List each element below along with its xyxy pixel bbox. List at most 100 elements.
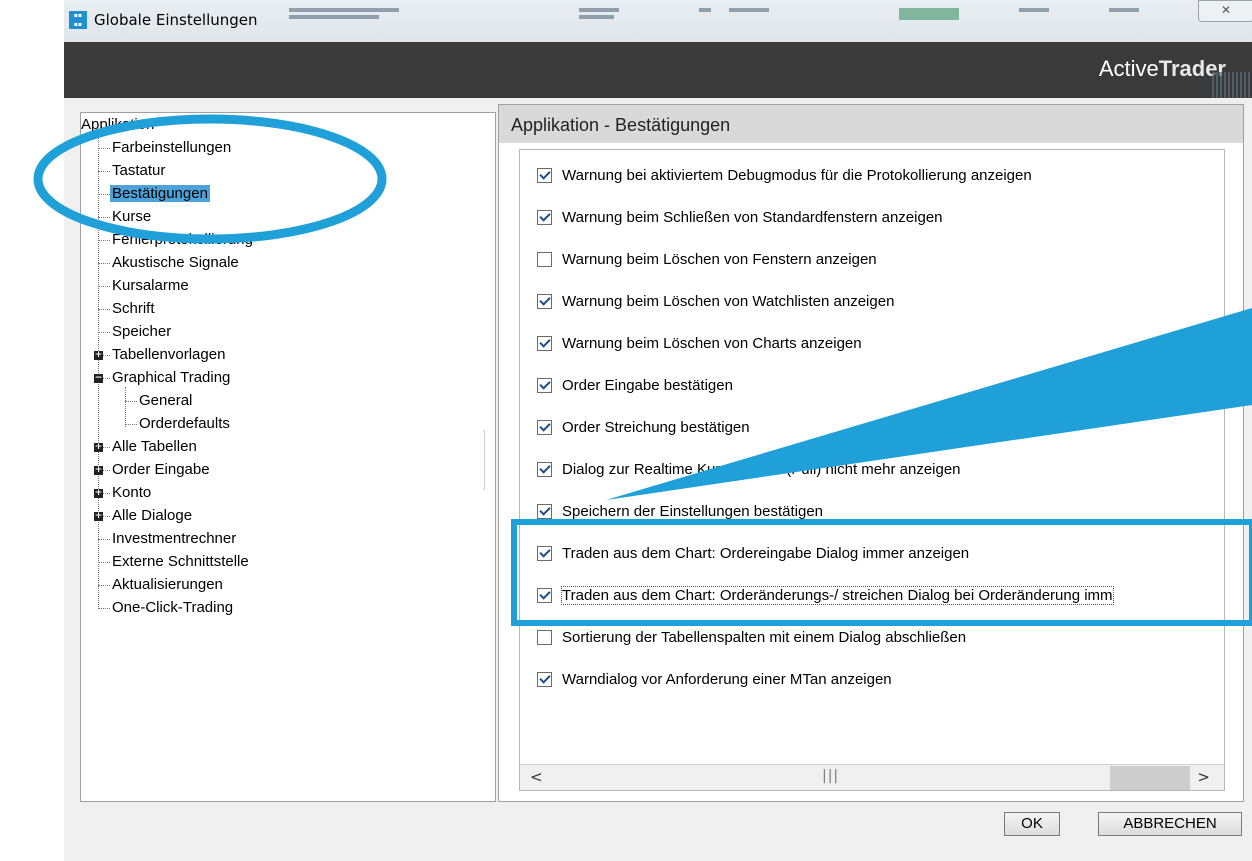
option-label: Warndialog vor Anforderung einer MTan an… — [562, 671, 892, 688]
cancel-button[interactable]: ABBRECHEN — [1098, 812, 1242, 836]
tree-connector — [98, 608, 110, 609]
tree-connector — [98, 194, 110, 195]
expand-plus-icon[interactable]: + — [94, 443, 103, 452]
tree-connector — [98, 309, 110, 310]
tree-label: Kursalarme — [112, 277, 189, 294]
expand-plus-icon[interactable]: + — [94, 512, 103, 521]
background-window-blur — [279, 4, 1179, 22]
checkbox[interactable] — [537, 252, 552, 267]
tree-label: General — [139, 392, 193, 409]
tree-connector — [98, 332, 110, 333]
tree-item-konto[interactable]: Konto — [112, 484, 151, 501]
ok-button[interactable]: OK — [1004, 812, 1060, 836]
collapse-minus-icon[interactable]: − — [94, 374, 103, 383]
checkbox[interactable] — [537, 672, 552, 687]
tree-item-applikation[interactable]: Applikation — [81, 116, 154, 133]
checkbox[interactable] — [537, 546, 552, 561]
close-button[interactable]: ✕ — [1198, 0, 1252, 22]
tree-item-one-click-trading[interactable]: One-Click-Trading — [112, 599, 233, 616]
checkbox[interactable] — [537, 504, 552, 519]
tree-label: Akustische Signale — [112, 254, 239, 271]
section-title: Applikation - Bestätigungen — [511, 115, 731, 135]
tree-label: Aktualisierungen — [112, 576, 223, 593]
tree-connector — [98, 217, 110, 218]
tree-label: Applikation — [81, 116, 155, 133]
tree-item-kursalarme[interactable]: Kursalarme — [112, 277, 189, 294]
option-label: Traden aus dem Chart: Ordereingabe Dialo… — [562, 545, 970, 562]
tree-item-graphical-trading[interactable]: Graphical Trading — [112, 369, 230, 386]
tree-item-kurse[interactable]: Kurse — [112, 208, 151, 225]
tree-label: Konto — [112, 484, 152, 501]
brand-part-1: Active — [1098, 56, 1159, 81]
tree-label: Farbeinstellungen — [112, 139, 232, 156]
tree-item-general[interactable]: General — [139, 392, 192, 409]
tree-connector — [125, 401, 137, 402]
tree-label: Externe Schnittstelle — [112, 553, 249, 570]
tree-item-schrift[interactable]: Schrift — [112, 300, 155, 317]
tree-item-farbeinstellungen[interactable]: Farbeinstellungen — [112, 139, 231, 156]
tree-label: Alle Tabellen — [112, 438, 197, 455]
tree-label: Tabellenvorlagen — [112, 346, 226, 363]
tree-item-orderdefaults[interactable]: Orderdefaults — [139, 415, 230, 432]
tree-label: Orderdefaults — [139, 415, 230, 432]
tree-connector — [98, 240, 110, 241]
tree-item-fehlerprotokollierung[interactable]: Fehlerprotokollierung — [112, 231, 253, 248]
title-bar: ▪▪ ▪▪ Globale Einstellungen ✕ — [64, 0, 1252, 42]
checkbox[interactable] — [537, 588, 552, 603]
checkbox[interactable] — [537, 420, 552, 435]
brand-logo: ActiveTrader — [1099, 56, 1226, 82]
option-label: Warnung beim Schließen von Standardfenst… — [562, 209, 943, 226]
settings-tree: Applikation Farbeinstellungen Tastatur B… — [80, 112, 496, 802]
horizontal-scrollbar[interactable]: < ||| > — [520, 764, 1224, 790]
tree-label: Graphical Trading — [112, 369, 231, 386]
expand-plus-icon[interactable]: + — [94, 489, 103, 498]
tree-connector — [98, 539, 110, 540]
app-icon: ▪▪ ▪▪ — [69, 11, 87, 29]
tree-label: One-Click-Trading — [112, 599, 234, 616]
option-label: Warnung beim Löschen von Fenstern anzeig… — [562, 251, 877, 268]
tree-item-order-eingabe[interactable]: Order Eingabe — [112, 461, 210, 478]
tree-label: Order Eingabe — [112, 461, 210, 478]
checkbox[interactable] — [537, 630, 552, 645]
scroll-right-arrow-icon[interactable]: > — [1197, 768, 1210, 786]
background-strip — [0, 0, 64, 861]
checkbox[interactable] — [537, 294, 552, 309]
tree-connector — [103, 516, 110, 517]
tree-connector — [103, 447, 110, 448]
checkbox[interactable] — [537, 210, 552, 225]
checkbox[interactable] — [537, 336, 552, 351]
tree-label: Investmentrechner — [112, 530, 237, 547]
tree-item-investmentrechner[interactable]: Investmentrechner — [112, 530, 236, 547]
expand-plus-icon[interactable]: + — [94, 351, 103, 360]
tree-item-tabellenvorlagen[interactable]: Tabellenvorlagen — [112, 346, 225, 363]
section-header: Applikation - Bestätigungen — [499, 105, 1243, 143]
brand-dots — [1212, 72, 1252, 98]
tree-item-speicher[interactable]: Speicher — [112, 323, 171, 340]
tree-connector — [103, 378, 110, 379]
tree-item-externe-schnittstelle[interactable]: Externe Schnittstelle — [112, 553, 249, 570]
tree-item-alle-dialoge[interactable]: Alle Dialoge — [112, 507, 192, 524]
tree-connector — [98, 562, 110, 563]
option-label: Order Streichung bestätigen — [562, 419, 750, 436]
checkbox[interactable] — [537, 378, 552, 393]
panel-splitter[interactable] — [484, 430, 487, 490]
tree-connector — [103, 470, 110, 471]
tree-label: Schrift — [112, 300, 155, 317]
tree-connector — [98, 286, 110, 287]
option-label: Warnung beim Löschen von Charts anzeigen — [562, 335, 862, 352]
tree-item-alle-tabellen[interactable]: Alle Tabellen — [112, 438, 197, 455]
scroll-grip-icon: ||| — [822, 768, 840, 784]
tree-line — [98, 135, 99, 609]
option-label: Order Eingabe bestätigen — [562, 377, 733, 394]
expand-plus-icon[interactable]: + — [94, 466, 103, 475]
checkbox[interactable] — [537, 462, 552, 477]
option-label: Traden aus dem Chart: Orderänderungs-/ s… — [561, 586, 1114, 605]
scroll-thumb[interactable] — [1110, 766, 1190, 790]
scroll-left-arrow-icon[interactable]: < — [530, 768, 543, 786]
tree-item-akustische-signale[interactable]: Akustische Signale — [112, 254, 239, 271]
tree-item-aktualisierungen[interactable]: Aktualisierungen — [112, 576, 223, 593]
checkbox[interactable] — [537, 168, 552, 183]
tree-connector — [98, 585, 110, 586]
tree-item-tastatur[interactable]: Tastatur — [112, 162, 165, 179]
tree-item-bestaetigungen[interactable]: Bestätigungen — [110, 185, 210, 202]
